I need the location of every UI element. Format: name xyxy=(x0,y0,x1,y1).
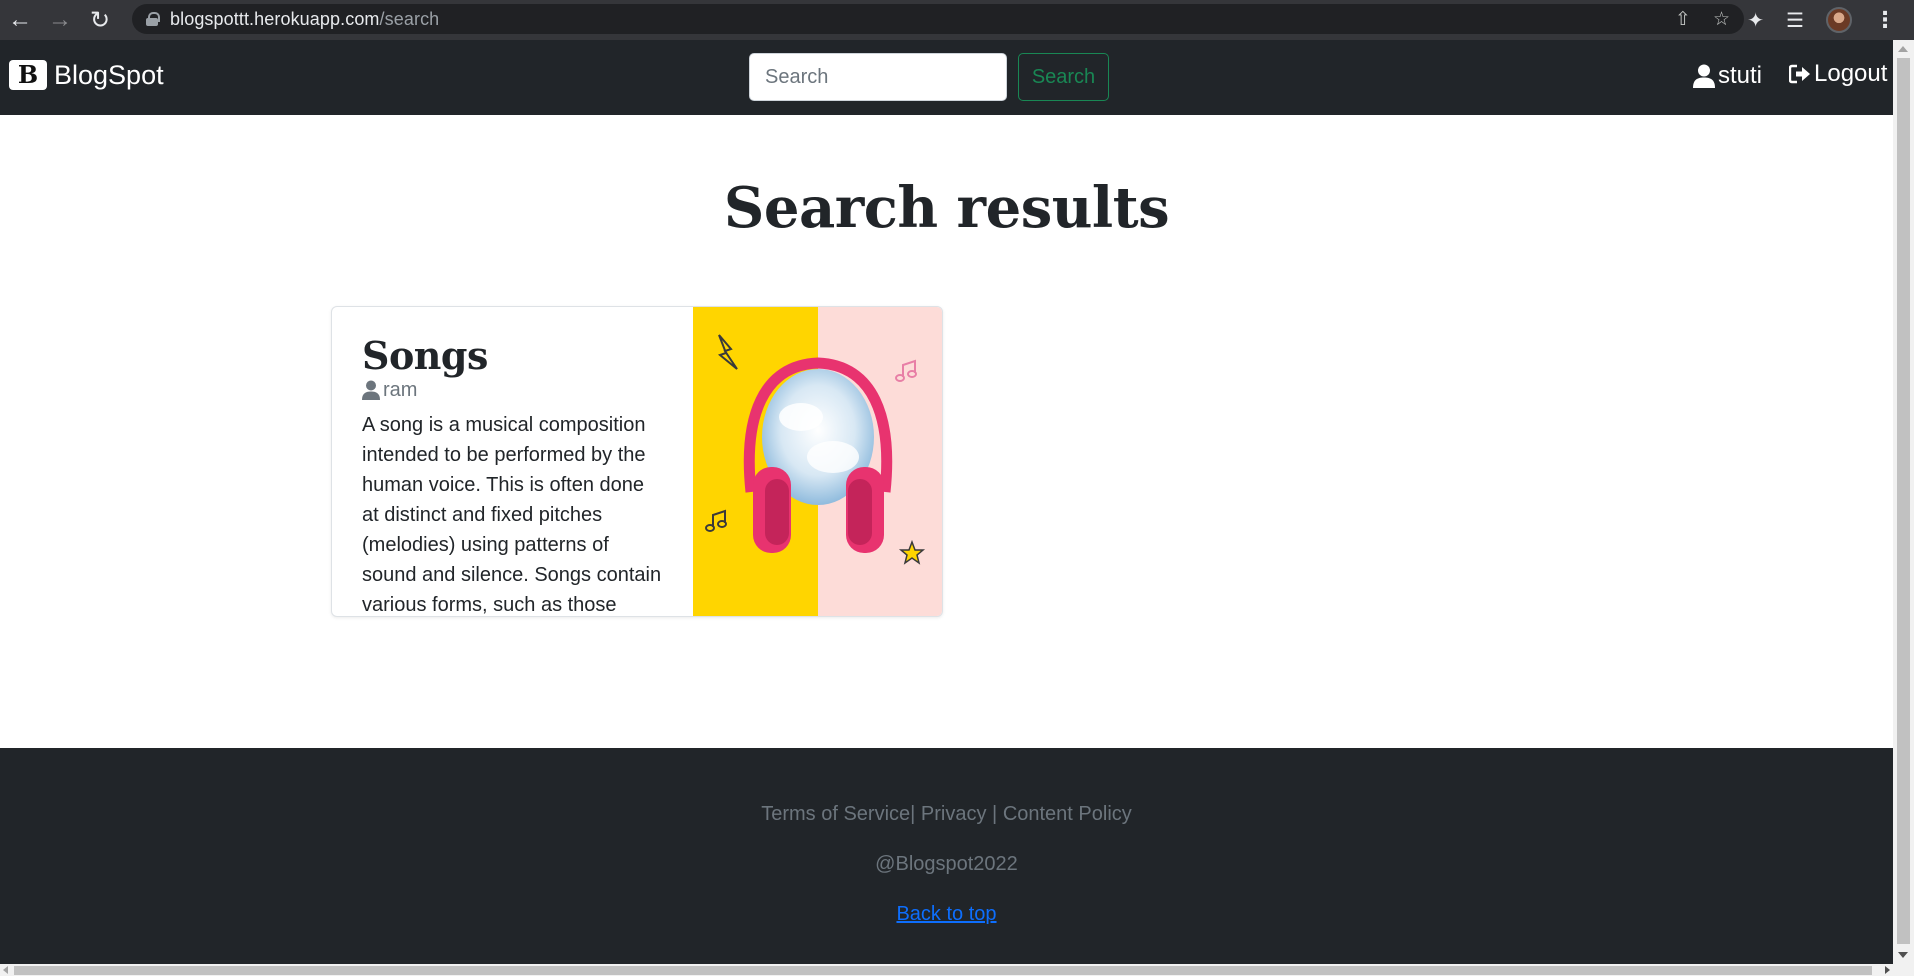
user-icon xyxy=(1693,64,1715,88)
search-input[interactable] xyxy=(749,53,1007,101)
brand-name: BlogSpot xyxy=(54,59,164,90)
post-author: ram xyxy=(362,379,663,402)
post-excerpt: A song is a musical composition intended… xyxy=(362,413,662,616)
scroll-right-icon[interactable] xyxy=(1885,966,1890,974)
logout-link[interactable]: Logout xyxy=(1789,60,1887,88)
profile-avatar[interactable] xyxy=(1826,7,1852,33)
page: B BlogSpot Search stuti Logout Search re… xyxy=(0,40,1893,964)
star-icon[interactable]: ☆ xyxy=(1713,8,1730,31)
back-to-top-link[interactable]: Back to top xyxy=(896,903,996,925)
post-thumbnail xyxy=(693,307,942,616)
site-footer: Terms of Service| Privacy | Content Poli… xyxy=(0,748,1893,964)
back-icon[interactable]: ← xyxy=(0,2,40,38)
reload-icon[interactable]: ↻ xyxy=(80,2,120,38)
logout-label: Logout xyxy=(1814,60,1888,87)
footer-copyright: @Blogspot2022 xyxy=(875,853,1018,875)
site-navbar: B BlogSpot Search stuti Logout xyxy=(0,40,1893,115)
card-body: Songs ram A song is a musical compositio… xyxy=(332,307,693,616)
user-profile-link[interactable]: stuti xyxy=(1693,62,1762,90)
privacy-link[interactable]: Privacy xyxy=(921,803,987,825)
scroll-thumb[interactable] xyxy=(1897,58,1910,944)
content-policy-link[interactable]: Content Policy xyxy=(1003,803,1132,825)
footer-links: Terms of Service| Privacy | Content Poli… xyxy=(761,803,1132,825)
author-user-icon xyxy=(362,380,380,401)
lock-icon[interactable] xyxy=(146,12,160,26)
user-name: stuti xyxy=(1718,62,1763,89)
share-icon[interactable]: ⇧ xyxy=(1675,8,1691,31)
logout-icon xyxy=(1789,64,1811,84)
forward-icon[interactable]: → xyxy=(40,2,80,38)
horizontal-scroll-thumb[interactable] xyxy=(14,966,1872,975)
result-card[interactable]: Songs ram A song is a musical compositio… xyxy=(331,306,943,617)
address-bar[interactable]: blogspottt.herokuapp.com/search ⇧ ☆ xyxy=(132,4,1744,34)
reading-list-icon[interactable]: ☰ xyxy=(1786,8,1804,33)
page-title: Search results xyxy=(723,175,1170,241)
menu-icon[interactable]: ⋮ xyxy=(1874,7,1896,33)
browser-toolbar: ← → ↻ blogspottt.herokuapp.com/search ⇧ … xyxy=(0,0,1914,40)
extensions-icon[interactable]: ✦ xyxy=(1747,8,1764,33)
post-title[interactable]: Songs xyxy=(362,335,663,377)
scroll-up-icon[interactable] xyxy=(1898,46,1908,52)
vertical-scrollbar[interactable] xyxy=(1893,40,1914,964)
terms-link[interactable]: Terms of Service xyxy=(761,803,910,825)
scroll-down-icon[interactable] xyxy=(1898,952,1908,958)
author-name: ram xyxy=(383,378,418,401)
scroll-left-icon[interactable] xyxy=(3,966,8,974)
search-button[interactable]: Search xyxy=(1018,53,1109,101)
brand-link[interactable]: B BlogSpot xyxy=(9,60,164,90)
url-text: blogspottt.herokuapp.com/search xyxy=(170,8,440,29)
horizontal-scrollbar[interactable] xyxy=(0,964,1914,976)
brand-logo-icon: B xyxy=(9,60,47,90)
